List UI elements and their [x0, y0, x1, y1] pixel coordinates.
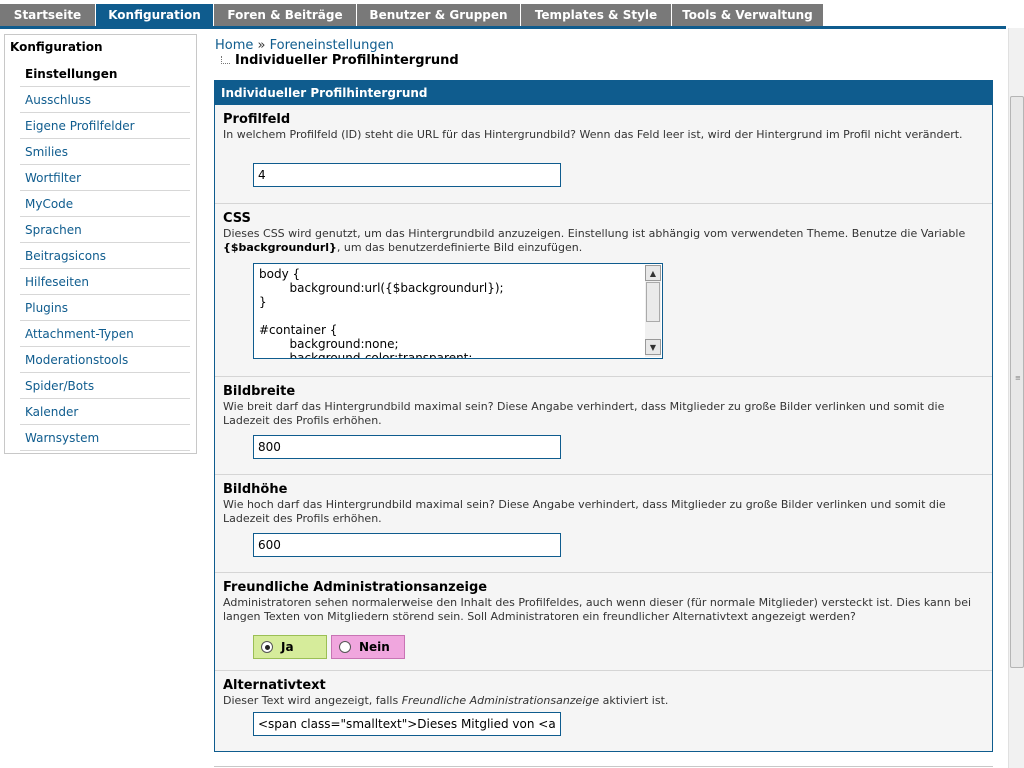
top-navigation: Startseite Konfiguration Foren & Beiträg… [0, 0, 1024, 29]
textarea-scroll-thumb[interactable] [646, 282, 660, 322]
settings-panel: Individueller Profilhintergrund Profilfe… [214, 80, 993, 752]
tab-tools-verwaltung[interactable]: Tools & Verwaltung [672, 4, 824, 26]
bildbreite-input[interactable]: 800 [253, 435, 561, 459]
no-option[interactable]: Nein [331, 635, 405, 659]
tab-konfiguration[interactable]: Konfiguration [96, 4, 214, 26]
sidebar-item-ausschluss[interactable]: Ausschluss [20, 87, 190, 113]
setting-bildhoehe: Bildhöhe Wie hoch darf das Hintergrundbi… [215, 474, 992, 572]
breadcrumb-separator: » [257, 38, 266, 53]
sidebar: Konfiguration Einstellungen Ausschluss E… [4, 34, 197, 454]
css-textarea-content: body { background:url({$backgroundurl});… [259, 267, 504, 359]
description-emphasis: Freundliche Administrationsanzeige [401, 694, 600, 707]
radio-empty-icon [339, 641, 351, 653]
setting-title: Bildhöhe [223, 482, 288, 497]
nav-tabs: Startseite Konfiguration Foren & Beiträg… [0, 4, 824, 26]
setting-alternativtext: Alternativtext Dieser Text wird angezeig… [215, 670, 992, 751]
panel-title: Individueller Profilhintergrund [215, 81, 992, 105]
setting-title: CSS [223, 211, 251, 226]
sidebar-item-mycode[interactable]: MyCode [20, 191, 190, 217]
setting-description: Wie hoch darf das Hintergrundbild maxima… [223, 498, 946, 525]
setting-description: Administratoren sehen normalerweise den … [223, 596, 972, 623]
description-variable: {$backgroundurl} [223, 240, 337, 254]
scroll-up-icon[interactable]: ▲ [645, 265, 661, 281]
sidebar-item-attachment-typen[interactable]: Attachment-Typen [20, 321, 190, 347]
breadcrumb: Home » Foreneinstellungen [215, 38, 394, 53]
tab-foren-beitraege[interactable]: Foren & Beiträge [214, 4, 357, 26]
tab-templates-style[interactable]: Templates & Style [521, 4, 672, 26]
no-label: Nein [359, 640, 390, 654]
bottom-divider [214, 766, 993, 767]
description-text: Dieser Text wird angezeigt, falls [223, 694, 402, 707]
setting-title: Profilfeld [223, 112, 291, 127]
setting-description: In welchem Profilfeld (ID) steht die URL… [223, 128, 963, 141]
tab-startseite[interactable]: Startseite [0, 4, 96, 26]
sidebar-title: Konfiguration [10, 40, 103, 54]
breadcrumb-tree-line-icon [221, 56, 230, 64]
radio-selected-icon [261, 641, 273, 653]
setting-title: Alternativtext [223, 678, 326, 693]
nav-divider [0, 26, 1006, 29]
alternativtext-input[interactable]: <span class="smalltext">Dieses Mitglied … [253, 712, 561, 736]
page-scrollbar[interactable]: ≡ [1008, 28, 1024, 768]
sidebar-item-sprachen[interactable]: Sprachen [20, 217, 190, 243]
setting-title: Bildbreite [223, 384, 296, 399]
css-textarea[interactable]: body { background:url({$backgroundurl});… [253, 263, 663, 359]
sidebar-item-beitragsicons[interactable]: Beitragsicons [20, 243, 190, 269]
description-text: , um das benutzerdefinierte Bild einzufü… [336, 240, 583, 254]
tab-benutzer-gruppen[interactable]: Benutzer & Gruppen [357, 4, 521, 26]
setting-description: Wie breit darf das Hintergrundbild maxim… [223, 400, 945, 427]
sidebar-item-eigene-profilfelder[interactable]: Eigene Profilfelder [20, 113, 190, 139]
sidebar-item-warnsystem[interactable]: Warnsystem [20, 425, 190, 451]
sidebar-item-einstellungen[interactable]: Einstellungen [20, 61, 190, 87]
setting-bildbreite: Bildbreite Wie breit darf das Hintergrun… [215, 376, 992, 474]
yes-no-toggle: Ja Nein [253, 635, 405, 659]
breadcrumb-parent-link[interactable]: Foreneinstellungen [270, 38, 394, 53]
description-text: Dieses CSS wird genutzt, um das Hintergr… [223, 227, 966, 240]
sidebar-item-hilfeseiten[interactable]: Hilfeseiten [20, 269, 190, 295]
sidebar-menu: Einstellungen Ausschluss Eigene Profilfe… [20, 61, 190, 451]
sidebar-item-kalender[interactable]: Kalender [20, 399, 190, 425]
description-text: aktiviert ist. [599, 694, 669, 707]
breadcrumb-home-link[interactable]: Home [215, 38, 253, 53]
setting-css: CSS Dieses CSS wird genutzt, um das Hint… [215, 203, 992, 376]
textarea-scrollbar[interactable]: ▲ ▼ [645, 265, 661, 357]
bildhoehe-input[interactable]: 600 [253, 533, 561, 557]
profilfeld-input[interactable]: 4 [253, 163, 561, 187]
sidebar-item-spider-bots[interactable]: Spider/Bots [20, 373, 190, 399]
sidebar-item-plugins[interactable]: Plugins [20, 295, 190, 321]
setting-profilfeld: Profilfeld In welchem Profilfeld (ID) st… [215, 105, 992, 203]
setting-description: Dieses CSS wird genutzt, um das Hintergr… [223, 227, 983, 254]
setting-admin-anzeige: Freundliche Administrationsanzeige Admin… [215, 572, 992, 670]
sidebar-item-smilies[interactable]: Smilies [20, 139, 190, 165]
sidebar-item-wortfilter[interactable]: Wortfilter [20, 165, 190, 191]
yes-label: Ja [281, 640, 294, 654]
grip-icon: ≡ [1015, 374, 1021, 382]
setting-description: Dieser Text wird angezeigt, falls Freund… [223, 694, 983, 708]
sidebar-item-moderationstools[interactable]: Moderationstools [20, 347, 190, 373]
scroll-down-icon[interactable]: ▼ [645, 339, 661, 355]
yes-option[interactable]: Ja [253, 635, 327, 659]
page-scroll-thumb[interactable]: ≡ [1010, 96, 1024, 668]
setting-title: Freundliche Administrationsanzeige [223, 580, 488, 595]
breadcrumb-current: Individueller Profilhintergrund [235, 53, 459, 68]
